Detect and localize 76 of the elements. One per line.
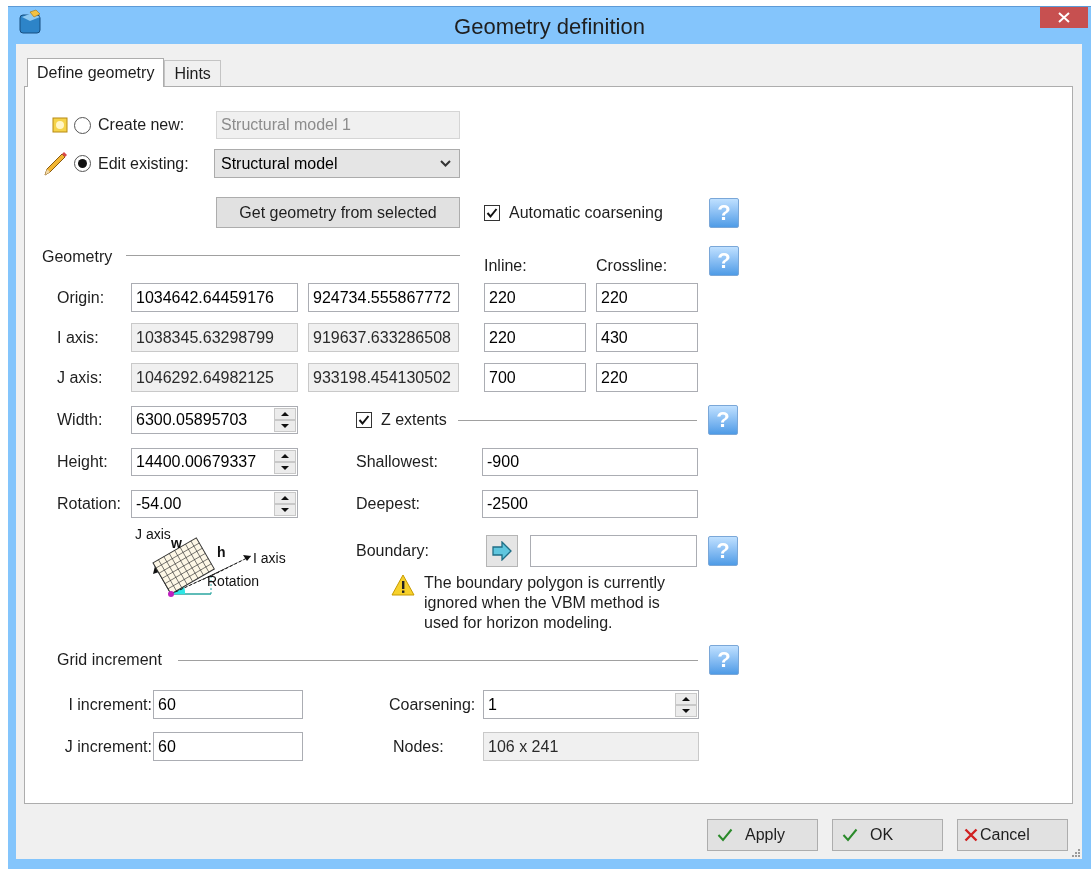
pencil-icon: [42, 150, 68, 177]
input-field[interactable]: 220: [596, 363, 698, 392]
diagram-label: h: [217, 544, 226, 560]
input-field[interactable]: 919637.633286508: [308, 323, 459, 352]
input-field[interactable]: 60: [153, 732, 303, 761]
checkbox-label[interactable]: Automatic coarsening: [509, 200, 663, 225]
number-field[interactable]: 1: [483, 690, 699, 719]
spin-arrows-icon[interactable]: [274, 492, 296, 516]
dropdown[interactable]: Structural model: [214, 149, 460, 178]
section-title: Geometry: [42, 247, 113, 267]
checkmark-icon: [717, 828, 733, 842]
field-label: I axis:: [56, 327, 100, 348]
warning-icon: [391, 574, 415, 596]
number-field[interactable]: -54.00: [131, 490, 298, 518]
input-field[interactable]: 1046292.64982125: [131, 363, 298, 392]
checkbox[interactable]: [484, 204, 500, 221]
tab[interactable]: Hints: [164, 60, 221, 86]
field-label: Height:: [56, 452, 109, 472]
field-label: Rotation:: [56, 494, 123, 514]
input-field[interactable]: 924734.555867772: [308, 283, 459, 312]
dialog-button[interactable]: OK: [832, 819, 943, 851]
column-header: Crossline:: [596, 256, 669, 276]
field-label: Origin:: [56, 287, 106, 308]
spin-arrows-icon[interactable]: [675, 692, 697, 717]
input-field[interactable]: 1038345.63298799: [131, 323, 298, 352]
window-title: Geometry definition: [453, 13, 646, 41]
input-field[interactable]: -2500: [482, 490, 698, 518]
section-title: Grid increment: [57, 650, 162, 670]
field-label: I increment:: [67, 694, 152, 715]
app-icon: [18, 9, 44, 35]
input-field[interactable]: 220: [596, 283, 698, 312]
field-label: Coarsening:: [389, 694, 477, 715]
caret-icon: [440, 160, 451, 167]
diagram-label: w: [171, 535, 182, 551]
tab[interactable]: Define geometry: [27, 58, 165, 87]
close-icon: [1058, 12, 1070, 23]
spin-arrows-icon[interactable]: [274, 408, 296, 432]
arrow-right-icon: [491, 541, 513, 561]
field-label: Boundary:: [356, 541, 430, 561]
number-field[interactable]: 6300.05895703: [131, 406, 298, 434]
field-label: Shallowest:: [356, 452, 439, 472]
input-field[interactable]: -900: [482, 448, 698, 476]
input-field[interactable]: 933198.454130502: [308, 363, 459, 392]
radio-button[interactable]: [74, 155, 91, 172]
cross-icon: [964, 828, 978, 842]
field-label: J axis:: [56, 367, 104, 388]
get-geometry-button[interactable]: Get geometry from selected: [216, 197, 460, 228]
input-field[interactable]: 220: [484, 323, 586, 352]
dialog-button[interactable]: Apply: [707, 819, 818, 851]
input-field[interactable]: 700: [484, 363, 586, 392]
diagram-label: J axis: [135, 526, 171, 542]
column-header: Inline:: [484, 256, 528, 276]
dialog-button[interactable]: Cancel: [957, 819, 1068, 851]
input-field[interactable]: 1034642.64459176: [131, 283, 298, 312]
diagram-label: Rotation: [207, 573, 260, 589]
field-label: Width:: [56, 410, 104, 430]
input-field[interactable]: 220: [484, 283, 586, 312]
resize-grip-icon[interactable]: [1071, 848, 1081, 858]
input-field[interactable]: 430: [596, 323, 698, 352]
number-field[interactable]: 14400.00679337: [131, 448, 298, 476]
input-field[interactable]: 60: [153, 690, 303, 719]
input-field[interactable]: [530, 535, 697, 567]
select-boundary-button[interactable]: [486, 535, 518, 567]
diagram-label: I axis: [253, 550, 286, 566]
warning-text: The boundary polygon is currently ignored when the VBM method is used for horizon modeling.: [424, 573, 667, 633]
spin-arrows-icon[interactable]: [274, 450, 296, 474]
field-label: J increment:: [63, 736, 152, 757]
field-label: Deepest:: [356, 494, 422, 514]
close-button[interactable]: [1040, 7, 1088, 28]
checkbox[interactable]: [356, 412, 372, 428]
checkmark-icon: [842, 828, 858, 842]
field-label: Nodes:: [393, 736, 445, 757]
checkbox-label[interactable]: Z extents: [381, 408, 447, 432]
input-field[interactable]: 106 x 241: [483, 732, 699, 761]
radio-label[interactable]: Edit existing:: [98, 151, 189, 176]
new-item-icon: [52, 117, 68, 133]
